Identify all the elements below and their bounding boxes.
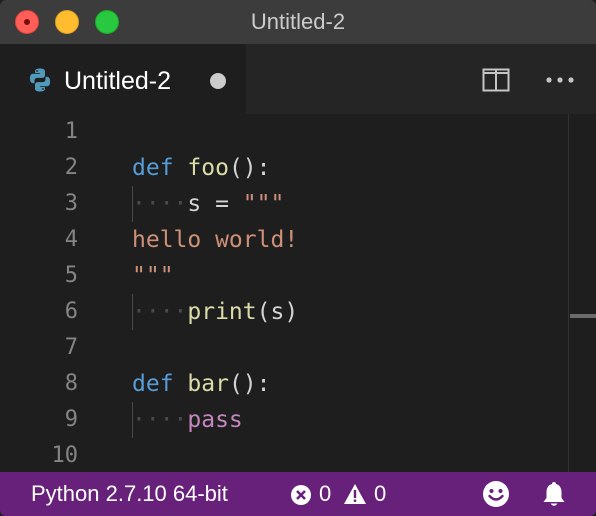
minimap-divider <box>568 114 569 472</box>
code-token: (s) <box>256 299 299 325</box>
notifications-bell-icon[interactable] <box>540 480 568 508</box>
line-number: 8 <box>64 371 78 396</box>
line-number: 6 <box>64 299 78 324</box>
code-token: """ <box>132 263 174 289</box>
indent-guide <box>132 402 133 438</box>
code-token: ···· <box>132 299 188 325</box>
line-number: 2 <box>64 155 78 180</box>
code-line[interactable]: ····print(s) <box>132 294 298 330</box>
warning-count[interactable]: 0 <box>374 472 386 516</box>
python-icon <box>29 68 51 92</box>
tab-bar: Untitled-2 <box>0 44 596 114</box>
line-number: 7 <box>64 335 78 360</box>
indent-guide <box>132 294 133 330</box>
code-token: ···· <box>132 407 188 433</box>
status-bar: Python 2.7.10 64-bit 0 0 <box>0 472 596 516</box>
scrollbar-thumb[interactable] <box>570 314 596 318</box>
code-token: (): <box>228 371 271 397</box>
line-number: 9 <box>64 407 78 432</box>
warning-icon[interactable] <box>343 483 367 505</box>
code-token: s = <box>187 191 243 217</box>
split-editor-icon[interactable] <box>482 68 510 92</box>
indent-guide <box>132 186 133 222</box>
error-icon[interactable] <box>290 484 312 506</box>
line-number: 3 <box>64 191 78 216</box>
unsaved-indicator-icon[interactable] <box>210 73 226 89</box>
code-token: def <box>132 371 174 397</box>
code-line[interactable]: def foo(): <box>132 150 271 186</box>
feedback-smiley-icon[interactable] <box>482 480 510 508</box>
code-line[interactable]: def bar(): <box>132 366 271 402</box>
code-line[interactable]: ····s = """ <box>132 186 284 222</box>
code-line[interactable]: hello world! <box>132 222 298 258</box>
code-token: foo <box>187 155 229 181</box>
code-token: def <box>132 155 174 181</box>
code-token: hello world! <box>132 227 299 253</box>
more-actions-icon[interactable] <box>545 68 575 92</box>
code-line[interactable]: ····pass <box>132 402 243 438</box>
python-interpreter-selector[interactable]: Python 2.7.10 64-bit <box>31 472 228 516</box>
line-number: 10 <box>51 443 79 468</box>
code-token: print <box>187 299 257 325</box>
code-token: ···· <box>132 191 188 217</box>
editor-window: Untitled-2 Untitled-2 1 2 3 4 5 6 7 8 9 10 def fo… <box>0 0 596 516</box>
code-line[interactable]: """ <box>132 258 174 294</box>
code-token: """ <box>242 191 285 217</box>
line-number: 5 <box>64 263 78 288</box>
tab-untitled-2[interactable]: Untitled-2 <box>0 44 246 114</box>
title-bar: Untitled-2 <box>0 0 596 44</box>
code-token: bar <box>187 371 229 397</box>
code-token: pass <box>187 407 243 433</box>
window-title: Untitled-2 <box>250 9 346 34</box>
line-number: 1 <box>64 119 78 144</box>
tab-label: Untitled-2 <box>64 67 171 95</box>
line-number: 4 <box>64 227 78 252</box>
code-editor[interactable]: 1 2 3 4 5 6 7 8 9 10 def foo(): ····s = """ hello w… <box>0 114 596 472</box>
code-token: (): <box>228 155 271 181</box>
error-count[interactable]: 0 <box>319 472 331 516</box>
